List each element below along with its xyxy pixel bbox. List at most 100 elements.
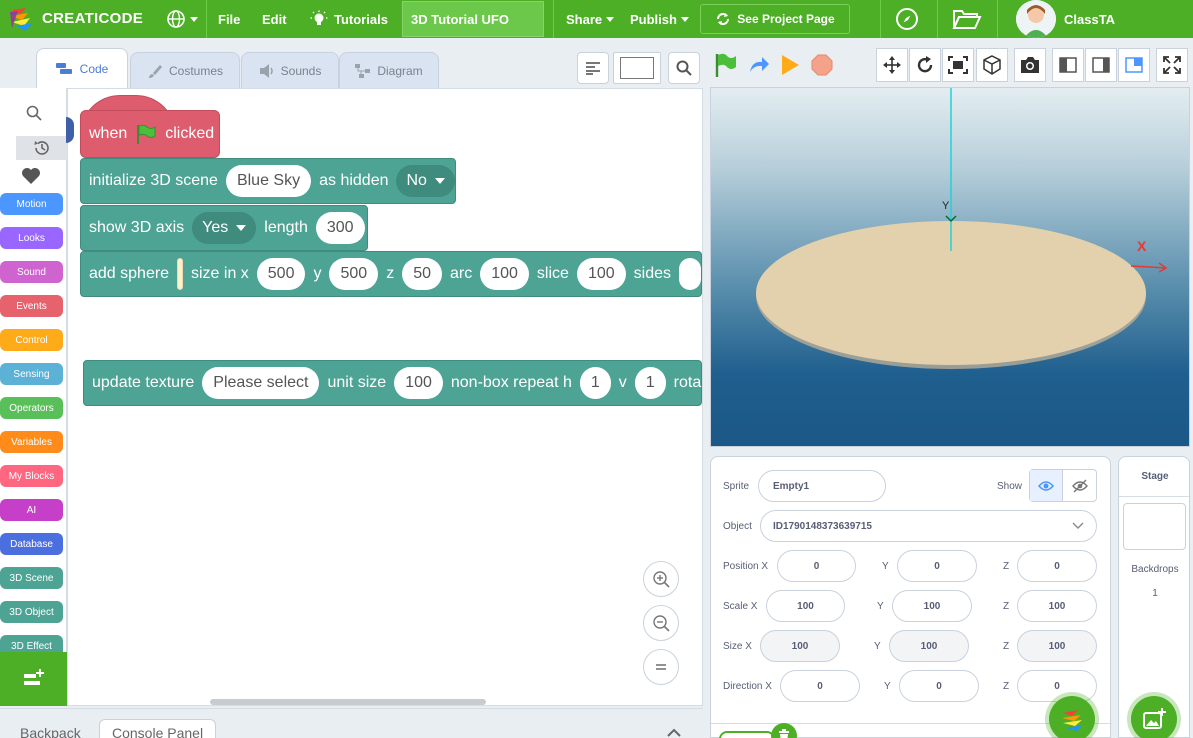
initialize-3d-scene-block[interactable]: initialize 3D scene Blue Sky as hidden N… [80,158,456,204]
edit-menu[interactable]: Edit [262,0,287,38]
workspace-scrollbar[interactable] [210,699,486,705]
position-y-input[interactable]: 0 [897,550,977,582]
size-z-input[interactable]: 100 [1017,630,1097,662]
sphere-slice-field[interactable]: 100 [576,258,626,290]
tab-costumes[interactable]: Costumes [130,52,240,88]
zoom-in-button[interactable] [643,561,679,597]
language-menu[interactable] [166,0,198,38]
recent-blocks-button[interactable] [16,136,67,160]
sphere-arc-field[interactable]: 100 [480,258,529,290]
expand-panel-button[interactable] [666,725,682,738]
hide-sprite-button[interactable] [1063,470,1096,501]
step-button[interactable] [748,55,770,80]
fit-view-button[interactable] [942,48,974,82]
stage-canvas[interactable]: Y X [710,87,1190,447]
search-code-button[interactable] [668,52,700,84]
format-code-button[interactable] [577,52,609,84]
scale-y-input[interactable]: 100 [892,590,972,622]
category-3d-scene[interactable]: 3D Scene [0,567,63,589]
category-sound[interactable]: Sound [0,261,63,283]
logo-text[interactable]: CREATICODE [42,10,143,27]
sphere-sides-field[interactable] [679,258,701,290]
sphere-z-field[interactable]: 50 [402,258,442,290]
direction-z-input[interactable]: 0 [1017,670,1097,702]
explore-button[interactable] [895,0,919,38]
creaticode-logo-icon[interactable] [8,6,36,32]
size-y-input[interactable]: 100 [889,630,969,662]
3d-view-button[interactable] [976,48,1008,82]
project-title-input[interactable]: 3D Tutorial UFO [402,1,544,37]
category-ai[interactable]: AI [0,499,63,521]
show-3d-axis-block[interactable]: show 3D axis Yes length 300 [80,205,368,251]
object-select[interactable]: ID1790148373639715 [760,510,1097,542]
normal-stage-button[interactable] [1085,48,1117,82]
category-3d-object[interactable]: 3D Object [0,601,63,623]
sphere-x-field[interactable]: 500 [256,258,306,290]
sprite-name-input[interactable]: Empty1 [758,470,886,502]
update-texture-block[interactable]: update texture Please select unit size 1… [83,360,702,406]
console-panel-tab[interactable]: Console Panel [99,719,217,738]
add-sphere-block[interactable]: add sphere size in x 500 y 500 z 50 arc … [80,251,702,297]
axis-dropdown[interactable]: Yes [192,212,257,244]
category-database[interactable]: Database [0,533,63,555]
choose-sprite-button[interactable] [1049,696,1095,738]
position-x-input[interactable]: 0 [777,550,856,582]
stop-button[interactable] [811,54,833,81]
play-button[interactable] [780,54,800,81]
publish-menu[interactable]: Publish [630,0,689,38]
axis-length-field[interactable]: 300 [315,212,365,244]
repeat-v-field[interactable]: 1 [634,367,666,399]
category-looks[interactable]: Looks [0,227,63,249]
category-operators[interactable]: Operators [0,397,63,419]
unit-size-field[interactable]: 100 [394,367,443,399]
category-sensing[interactable]: Sensing [0,363,63,385]
tab-code[interactable]: Code [36,48,128,88]
my-projects-button[interactable] [952,0,982,38]
share-menu[interactable]: Share [566,0,615,38]
texture-field[interactable]: Please select [202,367,320,399]
flyout-handle[interactable] [66,117,74,143]
avatar[interactable] [1016,0,1056,38]
category-motion[interactable]: Motion [0,193,63,215]
see-project-page-button[interactable]: See Project Page [700,4,850,34]
file-menu[interactable]: File [218,0,240,38]
when-flag-clicked-block[interactable]: when clicked [80,110,220,158]
category-my-blocks[interactable]: My Blocks [0,465,63,487]
username-label[interactable]: ClassTA [1064,0,1115,38]
zoom-reset-button[interactable] [643,649,679,685]
fullscreen-button[interactable] [1156,48,1188,82]
delete-sprite-button[interactable] [771,723,797,738]
rotate-camera-button[interactable] [909,48,941,82]
category-control[interactable]: Control [0,329,63,351]
search-blocks-button[interactable] [0,96,67,130]
stage-thumbnail[interactable] [1123,503,1186,550]
size-x-input[interactable]: 100 [760,630,840,662]
block-search-input[interactable] [613,52,661,84]
scale-z-input[interactable]: 100 [1017,590,1097,622]
favorites-button[interactable] [16,164,46,188]
screenshot-button[interactable] [1014,48,1046,82]
scene-field[interactable]: Blue Sky [225,165,312,197]
tutorials-menu[interactable]: Tutorials [310,0,388,38]
choose-backdrop-button[interactable] [1131,696,1177,738]
show-sprite-button[interactable] [1030,470,1064,501]
large-stage-button[interactable] [1118,48,1150,82]
green-flag-button[interactable] [714,52,738,83]
sprite-thumbnail[interactable] [719,731,775,738]
zoom-out-button[interactable] [643,605,679,641]
category-variables[interactable]: Variables [0,431,63,453]
direction-y-input[interactable]: 0 [899,670,979,702]
repeat-h-field[interactable]: 1 [579,367,611,399]
direction-x-input[interactable]: 0 [780,670,860,702]
scale-x-input[interactable]: 100 [766,590,845,622]
sphere-y-field[interactable]: 500 [329,258,379,290]
move-camera-button[interactable] [876,48,908,82]
tab-diagram[interactable]: Diagram [339,52,439,88]
sphere-color-picker[interactable] [177,258,183,290]
position-z-input[interactable]: 0 [1017,550,1097,582]
add-extension-button[interactable] [0,652,67,706]
hidden-dropdown[interactable]: No [396,165,455,197]
small-stage-button[interactable] [1052,48,1084,82]
backpack-tab[interactable]: Backpack [8,719,93,738]
category-events[interactable]: Events [0,295,63,317]
